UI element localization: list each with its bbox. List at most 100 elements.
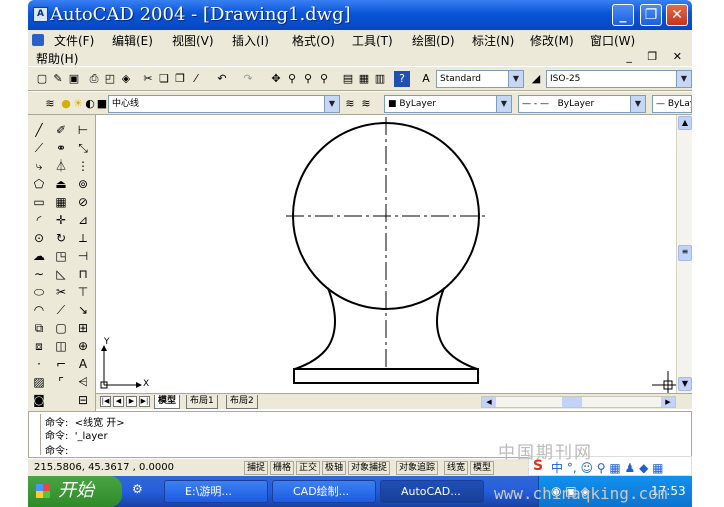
dim-continue-icon[interactable]: ⊤ xyxy=(74,283,92,301)
spline-icon[interactable]: ∼ xyxy=(30,265,48,283)
continue-dim-icon[interactable]: ⊓ xyxy=(74,265,92,283)
menu-edit[interactable]: 编辑(E) xyxy=(112,32,153,49)
make-current-layer-icon[interactable]: ≋ xyxy=(342,96,358,112)
vertical-scroll-thumb[interactable]: ≡ xyxy=(678,245,692,261)
model-space-toggle[interactable]: 模型 xyxy=(470,461,495,475)
hatch-icon[interactable]: ▨ xyxy=(30,373,48,391)
drawing-canvas[interactable]: Y X xyxy=(96,115,676,393)
design-center-icon[interactable]: ▦ xyxy=(356,71,372,87)
ellipse-icon[interactable]: ⬭ xyxy=(30,283,48,301)
new-file-icon[interactable]: ▢ xyxy=(34,71,50,87)
publish-icon[interactable]: ◈ xyxy=(118,71,134,87)
coordinate-readout[interactable]: 215.5806, 45.3617 , 0.0000 xyxy=(34,462,174,473)
zoom-realtime-icon[interactable]: ⚲ xyxy=(284,71,300,87)
pan-icon[interactable]: ✥ xyxy=(268,71,284,87)
polar-toggle[interactable]: 极轴 xyxy=(322,461,347,475)
properties-icon[interactable]: ▤ xyxy=(340,71,356,87)
match-properties-icon[interactable]: ⁄ xyxy=(188,71,204,87)
copy-icon[interactable]: ❏ xyxy=(156,71,172,87)
task-explorer[interactable]: E:\游明... xyxy=(164,480,268,503)
lineweight-toggle[interactable]: 线宽 xyxy=(444,461,469,475)
save-icon[interactable]: ▣ xyxy=(66,71,82,87)
copy-object-icon[interactable]: ⚭ xyxy=(52,139,70,157)
command-prompt[interactable]: 命令: xyxy=(45,442,68,457)
layer-previous-icon[interactable]: ≋ xyxy=(358,96,374,112)
menu-draw[interactable]: 绘图(D) xyxy=(412,32,455,49)
move-icon[interactable]: ✛ xyxy=(52,211,70,229)
polyline-icon[interactable]: ⤷ xyxy=(30,157,48,175)
menu-help[interactable]: 帮助(H) xyxy=(36,50,78,67)
aligned-dim-icon[interactable]: ⤡ xyxy=(74,139,92,157)
leader-icon[interactable]: ↘ xyxy=(74,301,92,319)
region-icon[interactable]: ◙ xyxy=(30,391,48,409)
tab-layout2[interactable]: 布局2 xyxy=(226,395,258,409)
horizontal-scroll-thumb[interactable] xyxy=(562,397,582,407)
dim-text-edit-icon[interactable]: ⩤ xyxy=(74,373,92,391)
dim-update-icon[interactable]: ⊟ xyxy=(74,391,92,409)
line-tool-icon[interactable]: ╱ xyxy=(30,121,48,139)
explode-icon[interactable]: ⌜ xyxy=(52,373,70,391)
close-button[interactable]: ✕ xyxy=(666,4,688,26)
print-icon[interactable]: ⎙ xyxy=(86,71,102,87)
plot-preview-icon[interactable]: ◰ xyxy=(102,71,118,87)
zoom-window-icon[interactable]: ⚲ xyxy=(300,71,316,87)
grid-toggle[interactable]: 栅格 xyxy=(270,461,295,475)
redo-icon[interactable]: ↷ xyxy=(240,71,256,87)
construction-line-icon[interactable]: ⟋ xyxy=(30,139,48,157)
document-window-controls[interactable]: _ ❐ ✕ xyxy=(626,50,688,63)
stretch-icon[interactable]: ◺ xyxy=(52,265,70,283)
menu-window[interactable]: 窗口(W) xyxy=(590,32,635,49)
revision-cloud-icon[interactable]: ☁ xyxy=(30,247,48,265)
menu-modify[interactable]: 修改(M) xyxy=(530,32,574,49)
snap-toggle[interactable]: 捕捉 xyxy=(244,461,269,475)
ortho-toggle[interactable]: 正交 xyxy=(296,461,321,475)
layer-manager-icon[interactable]: ≋ xyxy=(42,96,58,112)
make-block-icon[interactable]: ⧈ xyxy=(30,337,48,355)
tolerance-icon[interactable]: ⊞ xyxy=(74,319,92,337)
circle-icon[interactable]: ⊙ xyxy=(30,229,48,247)
menu-insert[interactable]: 插入(I) xyxy=(232,32,269,49)
mirror-icon[interactable]: ⏃ xyxy=(52,157,70,175)
tab-last-icon[interactable]: ▶| xyxy=(139,396,150,407)
polygon-icon[interactable]: ⬠ xyxy=(30,175,48,193)
rectangle-icon[interactable]: ▭ xyxy=(30,193,48,211)
help-icon[interactable]: ? xyxy=(394,71,410,87)
paste-icon[interactable]: ❐ xyxy=(172,71,188,87)
center-mark-icon[interactable]: ⊕ xyxy=(74,337,92,355)
linetype-select[interactable]: — - — ByLayer ▼ xyxy=(518,95,646,113)
lineweight-select[interactable]: — ByLaye xyxy=(652,95,692,113)
zoom-previous-icon[interactable]: ⚲ xyxy=(316,71,332,87)
dim-edit-icon[interactable]: A xyxy=(74,355,92,373)
neck-left-curve[interactable] xyxy=(294,287,336,370)
linear-dim-icon[interactable]: ⊢ xyxy=(74,121,92,139)
chamfer-icon[interactable]: ◫ xyxy=(52,337,70,355)
dim-style-select[interactable]: ISO-25 ▼ xyxy=(546,70,692,88)
quick-dim-icon[interactable]: ⟂ xyxy=(74,229,92,247)
break-icon[interactable]: ▢ xyxy=(52,319,70,337)
cut-icon[interactable]: ✂ xyxy=(140,71,156,87)
trim-icon[interactable]: ✂ xyxy=(52,283,70,301)
point-icon[interactable]: · xyxy=(30,355,48,373)
diameter-dim-icon[interactable]: ⊘ xyxy=(74,193,92,211)
menu-view[interactable]: 视图(V) xyxy=(172,32,214,49)
start-button[interactable]: 开始 xyxy=(28,476,122,507)
tab-next-icon[interactable]: ▶ xyxy=(126,396,137,407)
fillet-icon[interactable]: ⌐ xyxy=(52,355,70,373)
extend-icon[interactable]: ⟋ xyxy=(52,301,70,319)
ellipse-arc-icon[interactable]: ◠ xyxy=(30,301,48,319)
layer-select[interactable]: 中心线 ▼ xyxy=(108,95,340,113)
scroll-right-arrow-icon[interactable]: ▶ xyxy=(661,397,675,407)
angular-dim-icon[interactable]: ⊿ xyxy=(74,211,92,229)
horizontal-scrollbar[interactable]: ◀ ▶ xyxy=(481,396,676,408)
tool-palettes-icon[interactable]: ▥ xyxy=(372,71,388,87)
text-style-icon[interactable]: A xyxy=(418,71,434,87)
array-icon[interactable]: ▦ xyxy=(52,193,70,211)
menu-file[interactable]: 文件(F) xyxy=(54,32,94,49)
text-style-select[interactable]: Standard ▼ xyxy=(436,70,524,88)
baseline-dim-icon[interactable]: ⊣ xyxy=(74,247,92,265)
tab-first-icon[interactable]: |◀ xyxy=(100,396,111,407)
otrack-toggle[interactable]: 对象追踪 xyxy=(396,461,439,475)
menu-dimension[interactable]: 标注(N) xyxy=(472,32,514,49)
vertical-scrollbar[interactable]: ▲ ≡ ▼ xyxy=(676,115,692,393)
erase-icon[interactable]: ✐ xyxy=(52,121,70,139)
